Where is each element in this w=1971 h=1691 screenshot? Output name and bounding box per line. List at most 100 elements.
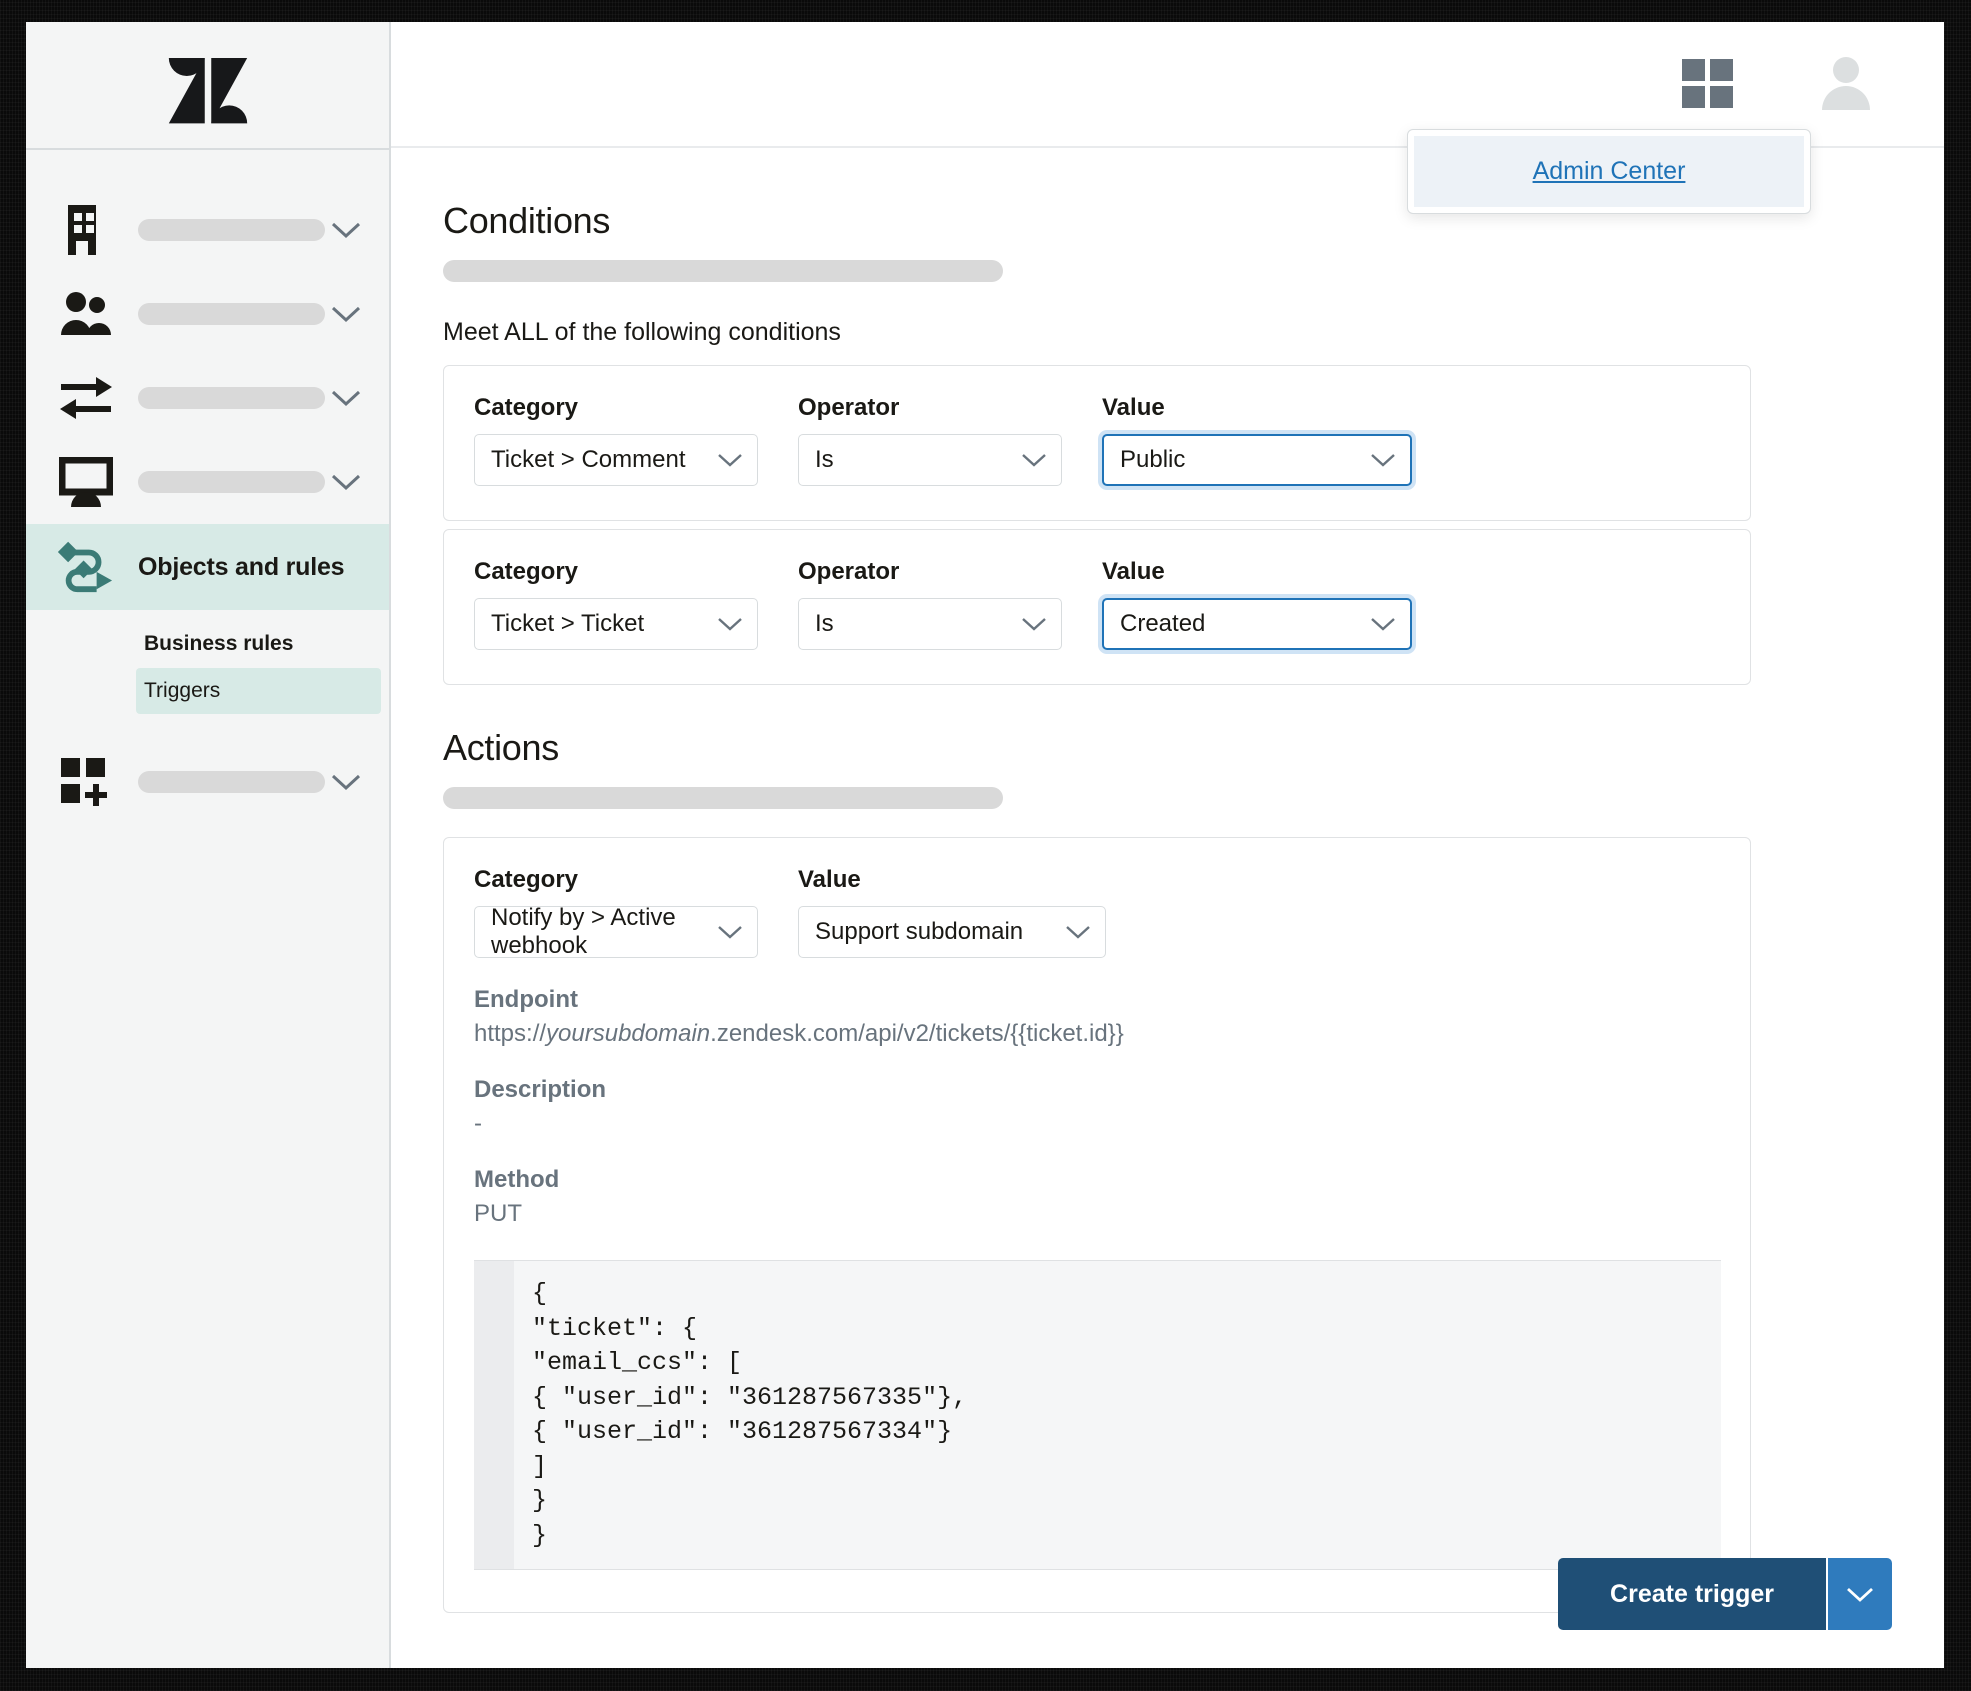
condition-operator-select-0[interactable]: Is — [798, 434, 1062, 486]
content-area: Conditions Meet ALL of the following con… — [391, 148, 1944, 1668]
sidebar-item-placeholder — [138, 771, 325, 793]
condition-category-field-1: Category Ticket > Ticket — [474, 558, 758, 650]
condition-row-card-0: Category Ticket > Comment Operator Is Va… — [443, 365, 1751, 521]
field-label-category: Category — [474, 394, 579, 421]
action-category-value: Notify by > Active webhook — [491, 904, 676, 959]
condition-category-value-1: Ticket > Ticket — [491, 610, 645, 637]
chevron-down-icon[interactable] — [325, 761, 367, 803]
chevron-down-icon — [1847, 1587, 1873, 1602]
action-value-select[interactable]: Support subdomain — [798, 906, 1106, 958]
screenshot-frame: Objects and rules Business rules Trigger… — [0, 0, 1971, 1691]
chevron-down-icon — [1021, 616, 1047, 632]
objects-rules-icon — [58, 539, 114, 595]
endpoint-suffix: .zendesk.com/api/v2/tickets/{{ticket.id}… — [710, 1020, 1124, 1047]
field-label-category: Category — [474, 866, 579, 893]
condition-category-select-1[interactable]: Ticket > Ticket — [474, 598, 758, 650]
admin-center-link[interactable]: Admin Center — [1533, 157, 1686, 185]
create-trigger-button[interactable]: Create trigger — [1558, 1558, 1826, 1630]
action-card: Category Notify by > Active webhook Valu… — [443, 837, 1751, 1613]
avatar-head — [1833, 57, 1859, 83]
grid-cell — [1682, 86, 1705, 108]
field-label-category: Category — [474, 558, 579, 585]
actions-title-placeholder — [443, 787, 1003, 809]
field-label-value: Value — [1102, 394, 1165, 421]
create-trigger-dropdown-button[interactable] — [1828, 1558, 1892, 1630]
condition-operator-field-1: Operator Is — [798, 558, 1062, 650]
chevron-down-icon — [1065, 924, 1091, 940]
admin-center-menu-item[interactable]: Admin Center — [1414, 136, 1804, 207]
chevron-down-icon[interactable] — [325, 461, 367, 503]
endpoint-prefix: https:// — [474, 1020, 547, 1047]
condition-value-select-1[interactable]: Created — [1102, 598, 1412, 650]
grid-cell — [1710, 86, 1733, 108]
grid-icon[interactable] — [1682, 59, 1734, 109]
sidebar-item-placeholder — [138, 219, 325, 241]
action-category-select[interactable]: Notify by > Active webhook — [474, 904, 758, 959]
grid-cell — [1710, 59, 1733, 81]
zendesk-admin-app: Objects and rules Business rules Trigger… — [26, 22, 1944, 1668]
condition-category-select-0[interactable]: Ticket > Comment — [474, 434, 758, 486]
avatar-body — [1822, 86, 1870, 110]
endpoint-label: Endpoint — [474, 986, 578, 1013]
chevron-down-icon[interactable] — [325, 377, 367, 419]
condition-category-field-0: Category Ticket > Comment — [474, 394, 758, 486]
sidebar-item-2[interactable] — [26, 356, 389, 440]
field-label-operator: Operator — [798, 558, 900, 585]
chevron-down-icon[interactable] — [325, 293, 367, 335]
condition-row-1: Category Ticket > Ticket Operator Is Val… — [474, 558, 1720, 650]
actions-title: Actions — [443, 727, 559, 768]
chevron-down-icon — [1370, 616, 1396, 632]
condition-value-field-1: Value Created — [1102, 558, 1412, 650]
conditions-title-placeholder — [443, 260, 1003, 282]
chevron-down-icon — [1021, 452, 1047, 468]
chevron-down-icon — [1370, 452, 1396, 468]
method-value: PUT — [474, 1200, 522, 1227]
method-label: Method — [474, 1166, 560, 1193]
sidebar-item-1[interactable] — [26, 272, 389, 356]
grid-cell — [1682, 59, 1705, 81]
description-label: Description — [474, 1076, 607, 1103]
endpoint-value: https://yoursubdomain.zendesk.com/api/v2… — [474, 1020, 1720, 1048]
apps-add-icon — [58, 754, 114, 810]
conditions-meet-text: Meet ALL of the following conditions — [443, 318, 841, 346]
sidebar: Objects and rules Business rules Trigger… — [26, 22, 391, 1668]
condition-operator-field-0: Operator Is — [798, 394, 1062, 486]
condition-value-field-0: Value Public — [1102, 394, 1412, 486]
sidebar-item-apps[interactable] — [26, 740, 389, 824]
people-icon — [58, 286, 114, 342]
main-area: Admin Center Conditions Meet ALL of the … — [391, 22, 1944, 1668]
action-value-value: Support subdomain — [815, 918, 1024, 945]
sidebar-item-placeholder — [138, 387, 325, 409]
arrows-exchange-icon — [58, 370, 114, 426]
endpoint-subdomain: yoursubdomain — [546, 1020, 711, 1047]
condition-value-value-0: Public — [1120, 446, 1186, 473]
condition-row-0: Category Ticket > Comment Operator Is Va… — [474, 394, 1720, 486]
field-label-value: Value — [798, 866, 861, 893]
field-label-operator: Operator — [798, 394, 900, 421]
field-label-value: Value — [1102, 558, 1165, 585]
sidebar-item-label: Objects and rules — [138, 552, 345, 581]
condition-operator-select-1[interactable]: Is — [798, 598, 1062, 650]
condition-row-card-1: Category Ticket > Ticket Operator Is Val… — [443, 529, 1751, 685]
request-body-text: { "ticket": { "email_ccs": [ { "user_id"… — [532, 1279, 968, 1550]
sidebar-item-triggers[interactable]: Triggers — [136, 668, 381, 714]
condition-operator-value-1: Is — [815, 610, 834, 637]
code-gutter — [474, 1261, 514, 1569]
user-avatar-icon[interactable] — [1816, 55, 1878, 113]
sidebar-item-0[interactable] — [26, 188, 389, 272]
chevron-down-icon — [717, 924, 743, 940]
sidebar-item-objects-and-rules[interactable]: Objects and rules — [26, 524, 389, 610]
condition-value-select-0[interactable]: Public — [1102, 434, 1412, 486]
footer-actions: Create trigger — [1558, 1558, 1892, 1630]
building-icon — [58, 202, 114, 258]
chevron-down-icon[interactable] — [325, 209, 367, 251]
condition-category-value-0: Ticket > Comment — [491, 446, 686, 473]
sidebar-nav-list: Objects and rules Business rules Trigger… — [26, 150, 389, 824]
request-body-code-block: { "ticket": { "email_ccs": [ { "user_id"… — [474, 1260, 1721, 1570]
sidebar-item-3[interactable] — [26, 440, 389, 524]
sidebar-subheading-business-rules: Business rules — [144, 632, 294, 655]
sidebar-subgroup-business-rules: Business rules Triggers — [26, 610, 389, 714]
action-category-field: Category Notify by > Active webhook — [474, 866, 758, 959]
chevron-down-icon — [717, 616, 743, 632]
sidebar-logo-area — [26, 22, 389, 150]
